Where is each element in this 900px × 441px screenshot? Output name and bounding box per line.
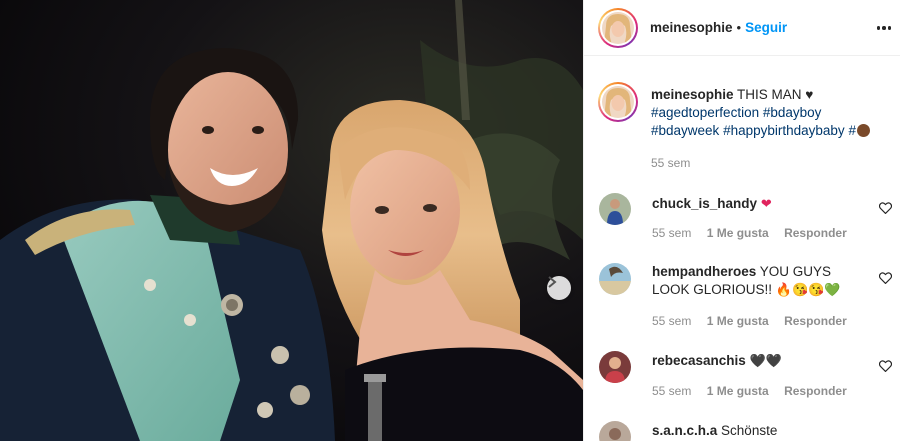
comment-likes[interactable]: 1 Me gusta: [707, 314, 769, 328]
comment-text-line2: LOOK GLORIOUS!!: [652, 282, 773, 297]
hashtag-link[interactable]: #bdayboy: [763, 105, 822, 120]
comment-likes[interactable]: 1 Me gusta: [707, 384, 769, 398]
commenter-avatar[interactable]: [599, 421, 631, 441]
cake-icon: [856, 124, 870, 137]
commenter-username[interactable]: hempandheroes: [652, 264, 756, 279]
hashtag-link[interactable]: #bdayweek: [651, 123, 719, 138]
comment-meta: 55 sem 1 Me gusta Responder: [652, 314, 847, 328]
caption-timestamp[interactable]: 55 sem: [651, 156, 690, 170]
comment-text: Schönste: [721, 423, 778, 438]
caption-body: THIS MAN ♥: [737, 87, 814, 102]
post-header: meinesophie • Seguir: [584, 0, 900, 56]
avatar-portrait-icon: [602, 86, 634, 118]
avatar-photo-icon: [599, 193, 631, 225]
follow-button[interactable]: Seguir: [745, 20, 787, 35]
separator-dot: •: [736, 20, 742, 35]
heart-emoji: ❤: [760, 196, 772, 211]
commenter-username[interactable]: s.a.n.c.h.a: [652, 423, 717, 438]
commenter-avatar[interactable]: [599, 193, 631, 225]
hashtag-link[interactable]: #happybirthdaybaby: [723, 123, 845, 138]
hashtag-link[interactable]: #: [848, 123, 856, 138]
chevron-right-icon: [548, 276, 557, 288]
comment-emojis: 🖤🖤: [749, 353, 782, 368]
comment-meta: 55 sem 1 Me gusta Responder: [652, 384, 847, 398]
hashtag-link[interactable]: #agedtoperfection: [651, 105, 759, 120]
avatar-photo-icon: [599, 421, 631, 441]
reply-button[interactable]: Responder: [784, 384, 847, 398]
commenter-avatar[interactable]: [599, 351, 631, 383]
commenter-username[interactable]: chuck_is_handy: [652, 196, 757, 211]
comment-text: YOU GUYS: [759, 264, 832, 279]
comment-time[interactable]: 55 sem: [652, 384, 691, 398]
more-options-icon[interactable]: [873, 17, 895, 39]
commenter-username[interactable]: rebecasanchis: [652, 353, 746, 368]
avatar-photo-icon: [599, 351, 631, 383]
couple-photo-illustration: [0, 0, 583, 441]
avatar-portrait-icon: [602, 11, 634, 44]
author-username[interactable]: meinesophie: [650, 20, 733, 35]
commenter-avatar[interactable]: [599, 263, 631, 295]
reply-button[interactable]: Responder: [784, 226, 847, 240]
comment-emojis: 🔥😘😘💚: [775, 282, 841, 297]
author-avatar[interactable]: [598, 7, 638, 48]
avatar-image: [602, 11, 634, 44]
post-photo[interactable]: [0, 0, 583, 441]
comment-time[interactable]: 55 sem: [652, 314, 691, 328]
heart-outline-icon[interactable]: [879, 360, 892, 372]
comment-time[interactable]: 55 sem: [652, 226, 691, 240]
avatar-photo-icon: [599, 263, 631, 295]
caption-avatar[interactable]: [598, 82, 638, 122]
caption-username[interactable]: meinesophie: [651, 87, 734, 102]
next-photo-button[interactable]: [547, 276, 571, 300]
comment-meta: 55 sem 1 Me gusta Responder: [652, 226, 847, 240]
reply-button[interactable]: Responder: [784, 314, 847, 328]
caption-text: meinesophie THIS MAN ♥ #agedtoperfection…: [651, 86, 891, 140]
instagram-post-view: meinesophie • Seguir meinesophie THIS MA…: [0, 0, 900, 441]
post-side-panel: meinesophie • Seguir meinesophie THIS MA…: [583, 0, 900, 441]
comment-likes[interactable]: 1 Me gusta: [707, 226, 769, 240]
heart-outline-icon[interactable]: [879, 202, 892, 214]
heart-outline-icon[interactable]: [879, 272, 892, 284]
